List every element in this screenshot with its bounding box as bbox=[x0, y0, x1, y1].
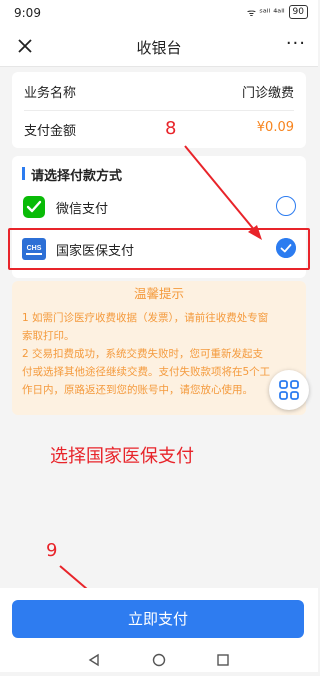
step-8-arrow bbox=[184, 145, 257, 233]
back-icon[interactable] bbox=[88, 653, 99, 667]
system-nav-bar bbox=[0, 648, 318, 672]
step-8-arrowhead bbox=[248, 225, 262, 240]
home-icon[interactable] bbox=[152, 653, 166, 667]
annotation-arrows bbox=[59, 145, 262, 614]
pay-now-button[interactable]: 立即支付 bbox=[12, 600, 304, 638]
recents-icon[interactable] bbox=[217, 654, 229, 666]
